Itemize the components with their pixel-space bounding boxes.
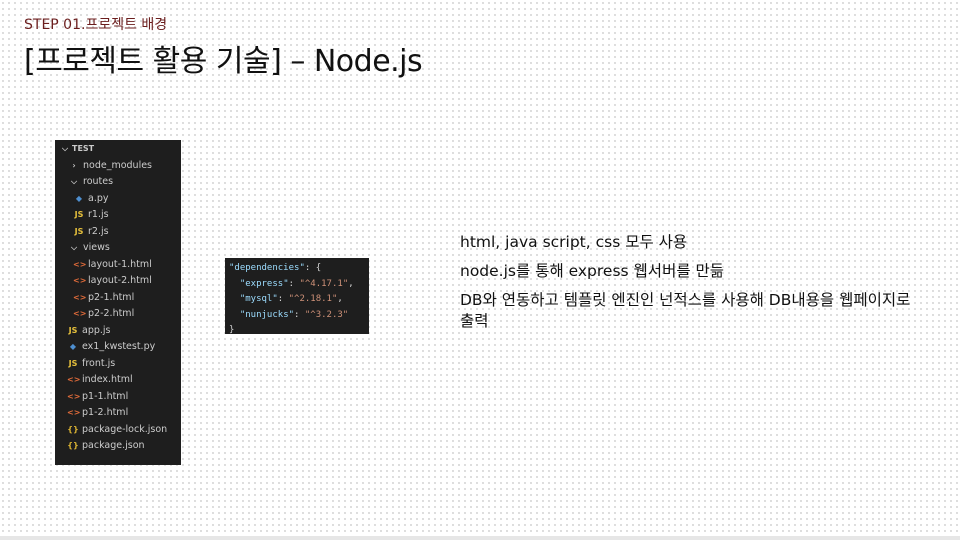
- chevron-down-icon: ⌵: [70, 243, 78, 252]
- javascript-file-icon: JS: [68, 325, 78, 335]
- code-line: "dependencies": {: [229, 261, 365, 277]
- explorer-item-label: p1-2.html: [82, 407, 129, 418]
- html-file-icon: <>: [73, 276, 87, 285]
- explorer-file[interactable]: {} package.json: [55, 438, 181, 455]
- explorer-file[interactable]: ◆ a.py: [55, 191, 181, 208]
- description-item: html, java script, css 모두 사용: [460, 233, 688, 251]
- json-punct: : {: [304, 263, 322, 273]
- explorer-item-label: p2-2.html: [88, 308, 135, 319]
- explorer-item-label: TEST: [72, 144, 95, 153]
- chevron-down-icon: ⌵: [70, 177, 78, 186]
- explorer-item-label: layout-1.html: [88, 258, 152, 270]
- code-line: }: [229, 323, 365, 339]
- explorer-file[interactable]: <> p2-2.html: [55, 306, 181, 323]
- html-file-icon: <>: [67, 408, 81, 417]
- explorer-item-label: r2.js: [88, 225, 109, 237]
- html-file-icon: <>: [73, 309, 87, 318]
- json-punct: }: [229, 325, 235, 335]
- explorer-item-label: r1.js: [88, 209, 109, 220]
- python-file-icon: ◆: [75, 193, 83, 203]
- explorer-folder-views[interactable]: ⌵ views: [55, 240, 181, 257]
- explorer-item-label: layout-2.html: [88, 275, 152, 286]
- explorer-file[interactable]: <> p1-2.html: [55, 405, 181, 422]
- explorer-item-label: routes: [83, 176, 114, 187]
- javascript-file-icon: JS: [74, 226, 84, 236]
- json-file-icon: {}: [67, 441, 79, 450]
- explorer-item-label: p2-1.html: [88, 291, 135, 303]
- explorer-item-label: front.js: [82, 357, 116, 369]
- html-file-icon: <>: [67, 391, 81, 401]
- code-line: "nunjucks": "^3.2.3": [239, 309, 349, 320]
- json-file-icon: {}: [67, 424, 79, 434]
- package-json-snippet: "dependencies": { "express": "^4.17.1", …: [225, 258, 369, 335]
- explorer-file[interactable]: <> p1-1.html: [55, 389, 181, 406]
- json-key: "dependencies": [229, 263, 305, 273]
- explorer-file[interactable]: JS r2.js: [55, 224, 181, 241]
- explorer-item-label: p1-1.html: [82, 390, 129, 402]
- json-key: "mysql": [239, 294, 278, 304]
- chevron-right-icon: ›: [72, 160, 76, 170]
- explorer-file[interactable]: JS r1.js: [55, 207, 181, 224]
- page-title: [프로젝트 활용 기술] – Node.js: [24, 44, 423, 79]
- explorer-file[interactable]: ◆ ex1_kwstest.py: [55, 339, 181, 356]
- bottom-rule: [0, 536, 960, 540]
- explorer-file[interactable]: {} package-lock.json: [55, 422, 181, 439]
- chevron-down-icon: ⌵: [61, 144, 69, 153]
- description-item: DB와 연동하고 템플릿 엔진인 넌적스를 사용해 DB내용을 웹페이지로 출력: [460, 291, 911, 330]
- step-label: STEP 01.프로젝트 배경: [24, 17, 168, 33]
- code-line: "express": "^4.17.1",: [239, 278, 354, 289]
- explorer-item-label: package-lock.json: [82, 423, 168, 435]
- python-file-icon: ◆: [69, 342, 77, 351]
- json-string: "^4.17.1": [299, 278, 349, 289]
- file-explorer-screenshot: ⌵ TEST › node_modules ⌵ routes ◆ a.py JS…: [55, 140, 181, 465]
- json-string: "^3.2.3": [304, 309, 349, 320]
- explorer-file[interactable]: <> p2-1.html: [55, 290, 181, 307]
- code-line: "mysql": "^2.18.1",: [239, 294, 343, 304]
- explorer-item-label: app.js: [82, 324, 111, 336]
- description-list: html, java script, css 모두 사용 node.js를 통해…: [460, 232, 930, 340]
- explorer-item-label: package.json: [82, 440, 145, 451]
- explorer-file[interactable]: <> layout-2.html: [55, 273, 181, 290]
- html-file-icon: <>: [67, 375, 81, 384]
- explorer-folder-routes[interactable]: ⌵ routes: [55, 174, 181, 191]
- explorer-root[interactable]: ⌵ TEST: [55, 141, 181, 158]
- html-file-icon: <>: [73, 259, 87, 269]
- javascript-file-icon: JS: [74, 210, 84, 219]
- explorer-item-label: a.py: [88, 192, 109, 204]
- explorer-item-label: node_modules: [83, 159, 153, 171]
- explorer-file[interactable]: JS app.js: [55, 323, 181, 340]
- explorer-file[interactable]: <> index.html: [55, 372, 181, 389]
- explorer-file[interactable]: <> layout-1.html: [55, 257, 181, 274]
- javascript-file-icon: JS: [68, 358, 78, 368]
- explorer-item-label: ex1_kwstest.py: [82, 341, 156, 352]
- json-key: "express": [239, 278, 289, 289]
- explorer-folder-node-modules[interactable]: › node_modules: [55, 158, 181, 175]
- explorer-item-label: views: [83, 242, 110, 253]
- json-key: "nunjucks": [239, 309, 295, 320]
- json-string: "^2.18.1": [288, 294, 338, 304]
- description-item: node.js를 통해 express 웹서버를 만듦: [460, 262, 725, 280]
- explorer-file[interactable]: JS front.js: [55, 356, 181, 373]
- html-file-icon: <>: [73, 292, 87, 302]
- explorer-item-label: index.html: [82, 374, 133, 385]
